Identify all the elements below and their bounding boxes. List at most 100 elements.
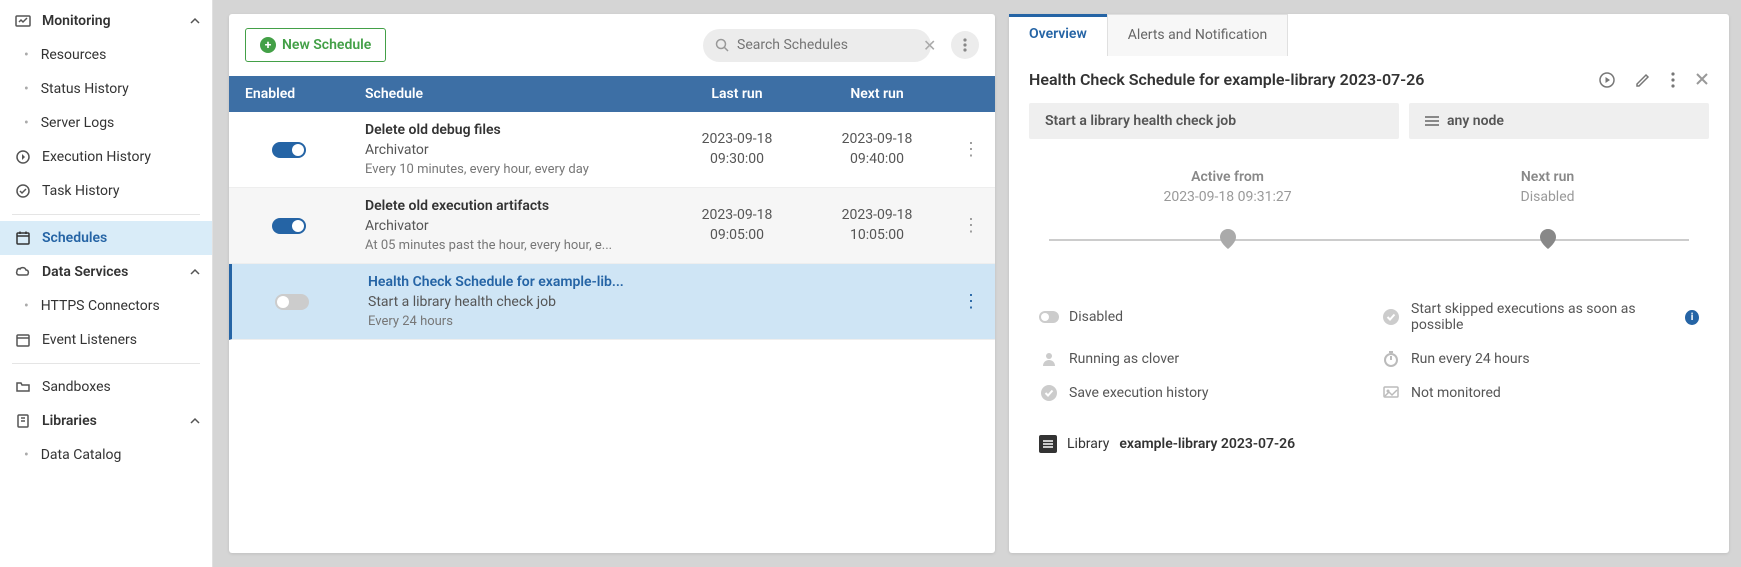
new-schedule-button[interactable]: + New Schedule xyxy=(245,28,386,62)
nav-monitoring[interactable]: Monitoring xyxy=(0,4,212,38)
info-row: Start a library health check job any nod… xyxy=(1009,103,1729,139)
schedule-row[interactable]: Health Check Schedule for example-lib...… xyxy=(229,264,995,340)
list-toolbar: + New Schedule ✕ xyxy=(229,14,995,76)
timeline-next-run: Next run Disabled xyxy=(1521,169,1575,205)
cloud-icon xyxy=(12,264,34,280)
check-circle-icon xyxy=(1381,309,1401,325)
more-actions-button[interactable] xyxy=(1671,72,1675,88)
library-link[interactable]: Library example-library 2023-07-26 xyxy=(1009,421,1729,467)
nav-event-listeners[interactable]: Event Listeners xyxy=(0,323,212,357)
nav-task-history[interactable]: Task History xyxy=(0,174,212,208)
detail-title: Health Check Schedule for example-librar… xyxy=(1029,70,1599,89)
schedule-list-panel: + New Schedule ✕ Enabled Schedule Last r… xyxy=(229,14,995,553)
main-content: + New Schedule ✕ Enabled Schedule Last r… xyxy=(213,0,1741,567)
clear-search-icon[interactable]: ✕ xyxy=(923,36,936,55)
nav-schedules[interactable]: Schedules xyxy=(0,221,212,255)
pin-icon xyxy=(1540,229,1556,249)
row-description: Every 24 hours xyxy=(368,314,651,329)
header-next-run: Next run xyxy=(807,76,947,112)
row-last-run xyxy=(667,292,807,312)
tab-alerts[interactable]: Alerts and Notification xyxy=(1107,14,1288,56)
node-pill: any node xyxy=(1409,103,1709,139)
list-icon xyxy=(1425,115,1439,127)
search-input[interactable] xyxy=(737,37,915,53)
chevron-up-icon xyxy=(190,267,200,277)
chevron-up-icon xyxy=(190,16,200,26)
prop-skipped: Start skipped executions as soon as poss… xyxy=(1381,301,1699,333)
job-pill: Start a library health check job xyxy=(1029,103,1399,139)
header-schedule: Schedule xyxy=(349,76,667,112)
timeline-active-from: Active from 2023-09-18 09:31:27 xyxy=(1163,169,1291,205)
folder-icon xyxy=(12,379,34,395)
prop-save-history: Save execution history xyxy=(1039,385,1357,401)
nav-libraries[interactable]: Libraries xyxy=(0,404,212,438)
bulk-actions-button[interactable] xyxy=(951,31,979,59)
prop-disabled: Disabled xyxy=(1039,301,1357,333)
tab-overview[interactable]: Overview xyxy=(1009,14,1107,56)
row-menu-button[interactable]: ⋮ xyxy=(955,139,987,160)
calendar-icon xyxy=(12,230,34,246)
row-next-run: 2023-09-1810:05:00 xyxy=(807,196,947,255)
nav-data-services[interactable]: Data Services xyxy=(0,255,212,289)
row-last-run: 2023-09-1809:05:00 xyxy=(667,196,807,255)
row-description: At 05 minutes past the hour, every hour,… xyxy=(365,238,651,253)
book-icon xyxy=(12,413,34,429)
edit-button[interactable] xyxy=(1635,72,1651,88)
divider xyxy=(12,363,200,364)
row-subtitle: Archivator xyxy=(365,218,651,234)
enable-toggle[interactable] xyxy=(272,142,306,158)
info-icon[interactable]: i xyxy=(1685,310,1699,325)
search-icon xyxy=(715,38,729,52)
detail-panel: Overview Alerts and Notification Health … xyxy=(1009,14,1729,553)
nav-status-history[interactable]: Status History xyxy=(0,72,212,106)
plus-circle-icon: + xyxy=(260,37,276,53)
sidebar: Monitoring Resources Status History Serv… xyxy=(0,0,213,567)
check-circle-icon xyxy=(1039,385,1059,401)
row-last-run: 2023-09-1809:30:00 xyxy=(667,120,807,179)
row-next-run: 2023-09-1809:40:00 xyxy=(807,120,947,179)
header-enabled: Enabled xyxy=(229,76,349,112)
pin-icon xyxy=(1220,229,1236,249)
detail-header: Health Check Schedule for example-librar… xyxy=(1009,56,1729,103)
schedule-row[interactable]: Delete old debug files Archivator Every … xyxy=(229,112,995,188)
enable-toggle[interactable] xyxy=(272,218,306,234)
book-icon xyxy=(1039,435,1057,453)
prop-running-as: Running as clover xyxy=(1039,351,1357,367)
user-icon xyxy=(1039,351,1059,367)
nav-data-catalog[interactable]: Data Catalog xyxy=(0,438,212,472)
nav-execution-history[interactable]: Execution History xyxy=(0,140,212,174)
properties: Disabled Start skipped executions as soo… xyxy=(1009,271,1729,421)
row-title: Delete old debug files xyxy=(365,122,651,138)
nav-https-connectors[interactable]: HTTPS Connectors xyxy=(0,289,212,323)
row-next-run xyxy=(807,292,947,312)
history-play-icon xyxy=(12,149,34,165)
chart-gauge-icon xyxy=(12,13,34,29)
row-menu-button[interactable]: ⋮ xyxy=(955,215,987,236)
table-header: Enabled Schedule Last run Next run xyxy=(229,76,995,112)
calendar-clock-icon xyxy=(12,332,34,348)
run-now-button[interactable] xyxy=(1599,72,1615,88)
enable-toggle[interactable] xyxy=(275,294,309,310)
row-description: Every 10 minutes, every hour, every day xyxy=(365,162,651,177)
close-button[interactable] xyxy=(1695,72,1709,88)
row-subtitle: Archivator xyxy=(365,142,651,158)
prop-run-every: Run every 24 hours xyxy=(1381,351,1699,367)
row-menu-button[interactable]: ⋮ xyxy=(955,291,987,312)
nav-resources[interactable]: Resources xyxy=(0,38,212,72)
detail-tabs: Overview Alerts and Notification xyxy=(1009,14,1729,56)
task-history-icon xyxy=(12,183,34,199)
row-subtitle: Start a library health check job xyxy=(368,294,651,310)
toggle-off-icon xyxy=(1039,311,1059,323)
row-title: Delete old execution artifacts xyxy=(365,198,651,214)
prop-not-monitored: Not monitored xyxy=(1381,385,1699,401)
monitor-icon xyxy=(1381,385,1401,401)
nav-server-logs[interactable]: Server Logs xyxy=(0,106,212,140)
row-title: Health Check Schedule for example-lib... xyxy=(368,274,651,290)
stopwatch-icon xyxy=(1381,351,1401,367)
nav-monitoring-label: Monitoring xyxy=(42,13,111,29)
timeline: Active from 2023-09-18 09:31:27 Next run… xyxy=(1009,139,1729,271)
search-schedules[interactable]: ✕ xyxy=(703,29,931,62)
schedule-row[interactable]: Delete old execution artifacts Archivato… xyxy=(229,188,995,264)
nav-sandboxes[interactable]: Sandboxes xyxy=(0,370,212,404)
chevron-up-icon xyxy=(190,416,200,426)
